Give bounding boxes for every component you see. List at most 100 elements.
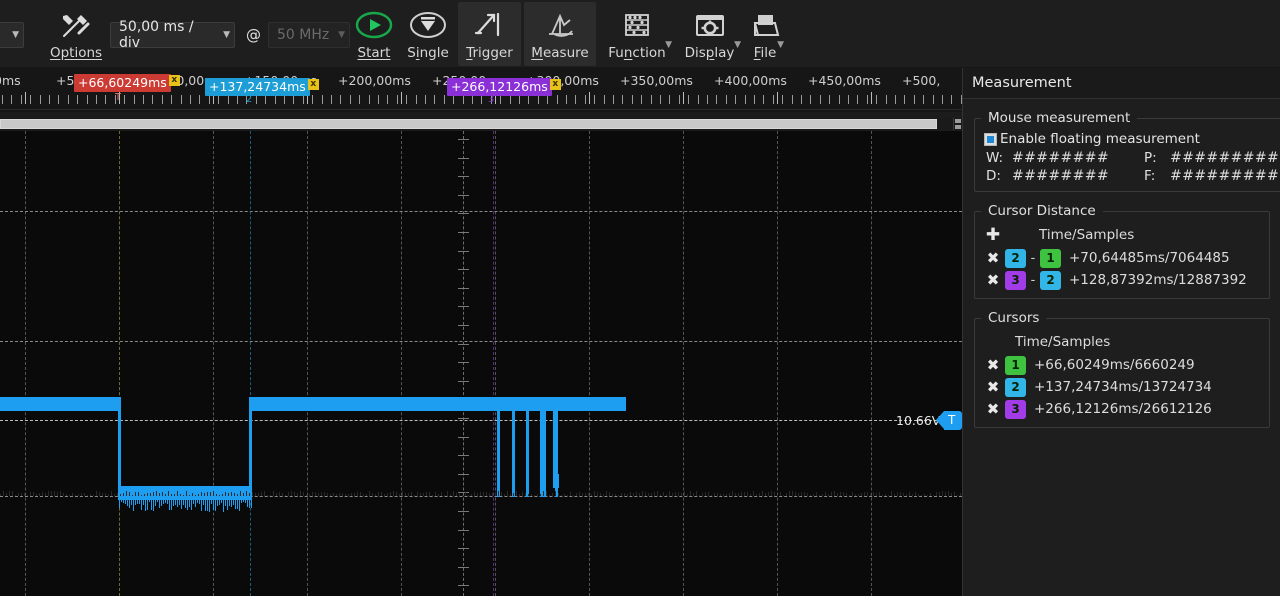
waveform-baseline-noise (738, 493, 739, 496)
ruler-minor-tick (293, 95, 294, 104)
waveform-baseline-noise (162, 492, 163, 496)
cursor-chip[interactable]: 1 (1005, 356, 1026, 375)
waveform-baseline-noise (648, 493, 649, 496)
trigger-button[interactable]: Trigger (458, 2, 521, 66)
waveform-baseline-noise (858, 494, 859, 496)
waveform-baseline-noise (210, 492, 211, 496)
waveform-baseline-noise (261, 492, 262, 496)
grid-line-vertical (401, 131, 402, 596)
enable-floating-measurement-checkbox[interactable] (984, 133, 997, 146)
waveform-baseline-noise (111, 491, 112, 496)
trigger-level-line (0, 420, 962, 421)
waveform-baseline-noise (429, 492, 430, 496)
trigger-level-handle[interactable]: T (944, 411, 962, 430)
waveform-baseline-noise (876, 493, 877, 496)
waveform-edge (118, 397, 121, 500)
plot-cursor-line-1[interactable] (119, 131, 120, 596)
waveform-baseline-noise (204, 493, 205, 496)
channel-select[interactable]: ▼ (0, 22, 24, 48)
delete-icon[interactable]: ✖ (981, 270, 1005, 290)
cursor-chip-b[interactable]: 1 (1040, 249, 1061, 268)
waveform-baseline-noise (378, 492, 379, 496)
cursors-header: ✚ Time/Samples (981, 331, 1263, 354)
ruler-minor-tick (143, 95, 144, 104)
ruler-cursor-pip-2[interactable]: 2 (244, 94, 254, 105)
waveform-baseline-noise (588, 493, 589, 496)
waveform-baseline-noise (249, 493, 250, 496)
waveform-baseline-noise (198, 494, 199, 496)
center-minor-tick (458, 344, 469, 345)
waveform-high-segment (560, 397, 626, 411)
ruler-cursor-tag-3[interactable]: +266,12126ms x (447, 78, 552, 96)
waveform-baseline-noise (399, 494, 400, 496)
waveform-baseline-noise (699, 495, 700, 496)
ruler-minor-tick (848, 95, 849, 104)
mouse-measurement-values: W: ######## P: ######### D: ######## F: … (981, 150, 1279, 184)
file-button[interactable]: File ▼ (744, 2, 786, 66)
waveform-noise (181, 498, 182, 509)
cursor-chip[interactable]: 2 (1005, 378, 1026, 397)
close-icon[interactable]: x (169, 75, 180, 86)
ruler-cursor-pip-3[interactable]: 3 (486, 94, 496, 105)
waveform-baseline-noise (51, 491, 52, 496)
single-button[interactable]: Single (400, 2, 456, 66)
time-ruler[interactable]: 0ms+50,00ms+100,00ms+150,00ms+200,00ms+2… (0, 68, 962, 112)
waveform-noise (155, 498, 156, 506)
scrollbar-endcap[interactable] (953, 118, 962, 130)
cursor-chip[interactable]: 3 (1005, 400, 1026, 419)
cursor-value: +137,24734ms/13724734 (1034, 379, 1212, 395)
center-minor-tick (458, 530, 469, 531)
cursor-chip-a[interactable]: 2 (1005, 249, 1026, 268)
scrollbar-thumb[interactable] (0, 119, 937, 129)
delete-icon[interactable]: ✖ (981, 355, 1005, 375)
ruler-minor-tick (660, 95, 661, 104)
cursor-chip-a[interactable]: 3 (1005, 271, 1026, 290)
plot-cursor-line-2[interactable] (250, 131, 251, 596)
waveform-baseline-noise (930, 493, 931, 496)
waveform-baseline-noise (927, 495, 928, 496)
measure-button[interactable]: Measure (524, 2, 596, 66)
delete-icon[interactable]: ✖ (981, 248, 1005, 268)
horizontal-scrollbar[interactable] (0, 118, 962, 130)
center-minor-tick (458, 158, 469, 159)
waveform-baseline-noise (105, 493, 106, 496)
waveform-baseline-noise (465, 492, 466, 496)
center-minor-tick (458, 567, 469, 568)
waveform-baseline-noise (708, 492, 709, 496)
display-button[interactable]: Display ▼ (676, 2, 743, 66)
enable-floating-measurement-row[interactable]: Enable floating measurement (981, 131, 1279, 150)
ruler-cursor-tag-1[interactable]: +66,60249ms x (74, 74, 171, 92)
cursor-chip-b[interactable]: 2 (1040, 271, 1061, 290)
plot-cursor-line-3[interactable] (493, 131, 494, 596)
waveform-baseline-noise (765, 493, 766, 496)
waveform-plot[interactable] (0, 131, 962, 596)
options-button[interactable]: Options (42, 2, 110, 66)
waveform-baseline-noise (243, 493, 244, 496)
ruler-minor-tick (162, 95, 163, 104)
ruler-cursor-tag-2[interactable]: +137,24734ms x (205, 78, 310, 96)
timebase-select[interactable]: 50,00 ms / div ▼ (110, 22, 235, 48)
waveform-noise (245, 498, 246, 503)
ruler-label: +500, (902, 73, 940, 88)
waveform-baseline-noise (603, 494, 604, 496)
samplerate-select[interactable]: 50 MHz ▼ (268, 22, 350, 48)
function-button[interactable]: Function ▼ (600, 2, 674, 66)
plus-icon[interactable]: ✚ (981, 225, 1005, 245)
waveform-noise (191, 498, 192, 510)
waveform-baseline-noise (771, 491, 772, 496)
waveform-baseline-noise (357, 492, 358, 496)
close-icon[interactable]: x (550, 79, 561, 90)
ruler-cursor-pip-1[interactable]: T (113, 92, 123, 103)
waveform-baseline-noise (240, 491, 241, 496)
waveform-baseline-noise (795, 492, 796, 496)
start-button[interactable]: Start (352, 2, 396, 66)
waveform-baseline-noise (702, 493, 703, 496)
delete-icon[interactable]: ✖ (981, 399, 1005, 419)
delete-icon[interactable]: ✖ (981, 377, 1005, 397)
waveform-baseline-noise (27, 495, 28, 496)
close-icon[interactable]: x (308, 79, 319, 90)
waveform-baseline-noise (801, 492, 802, 496)
waveform-baseline-noise (81, 493, 82, 496)
waveform-noise (123, 498, 124, 503)
waveform-pulse-foot (553, 474, 559, 488)
